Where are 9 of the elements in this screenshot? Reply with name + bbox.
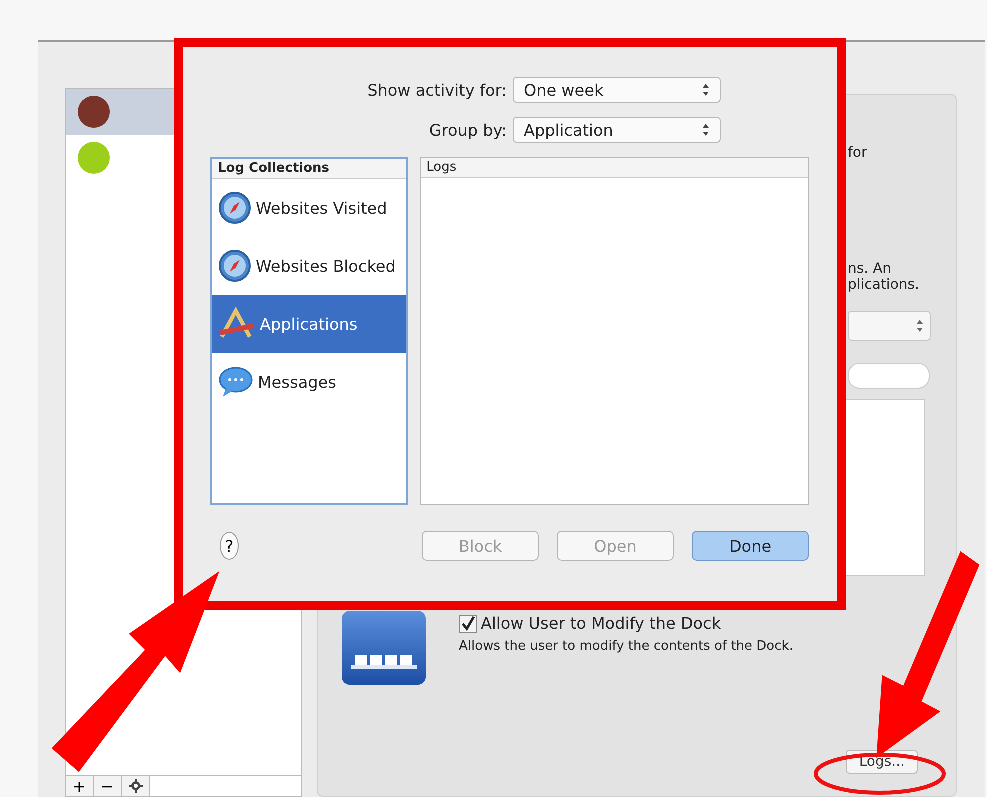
description-text: for [848,145,868,161]
column-header: Logs [420,158,808,178]
description-text: plications. [848,277,920,293]
column-header: Log Collections [212,159,406,179]
checkbox-label: Allow User to Modify the Dock [481,614,722,633]
field-label: Group by: [428,120,507,140]
field-label: Show activity for: [366,80,507,100]
description-text: ns. An [848,261,892,277]
description-text: Allows the user to modify the contents of the Dock. [459,639,794,654]
